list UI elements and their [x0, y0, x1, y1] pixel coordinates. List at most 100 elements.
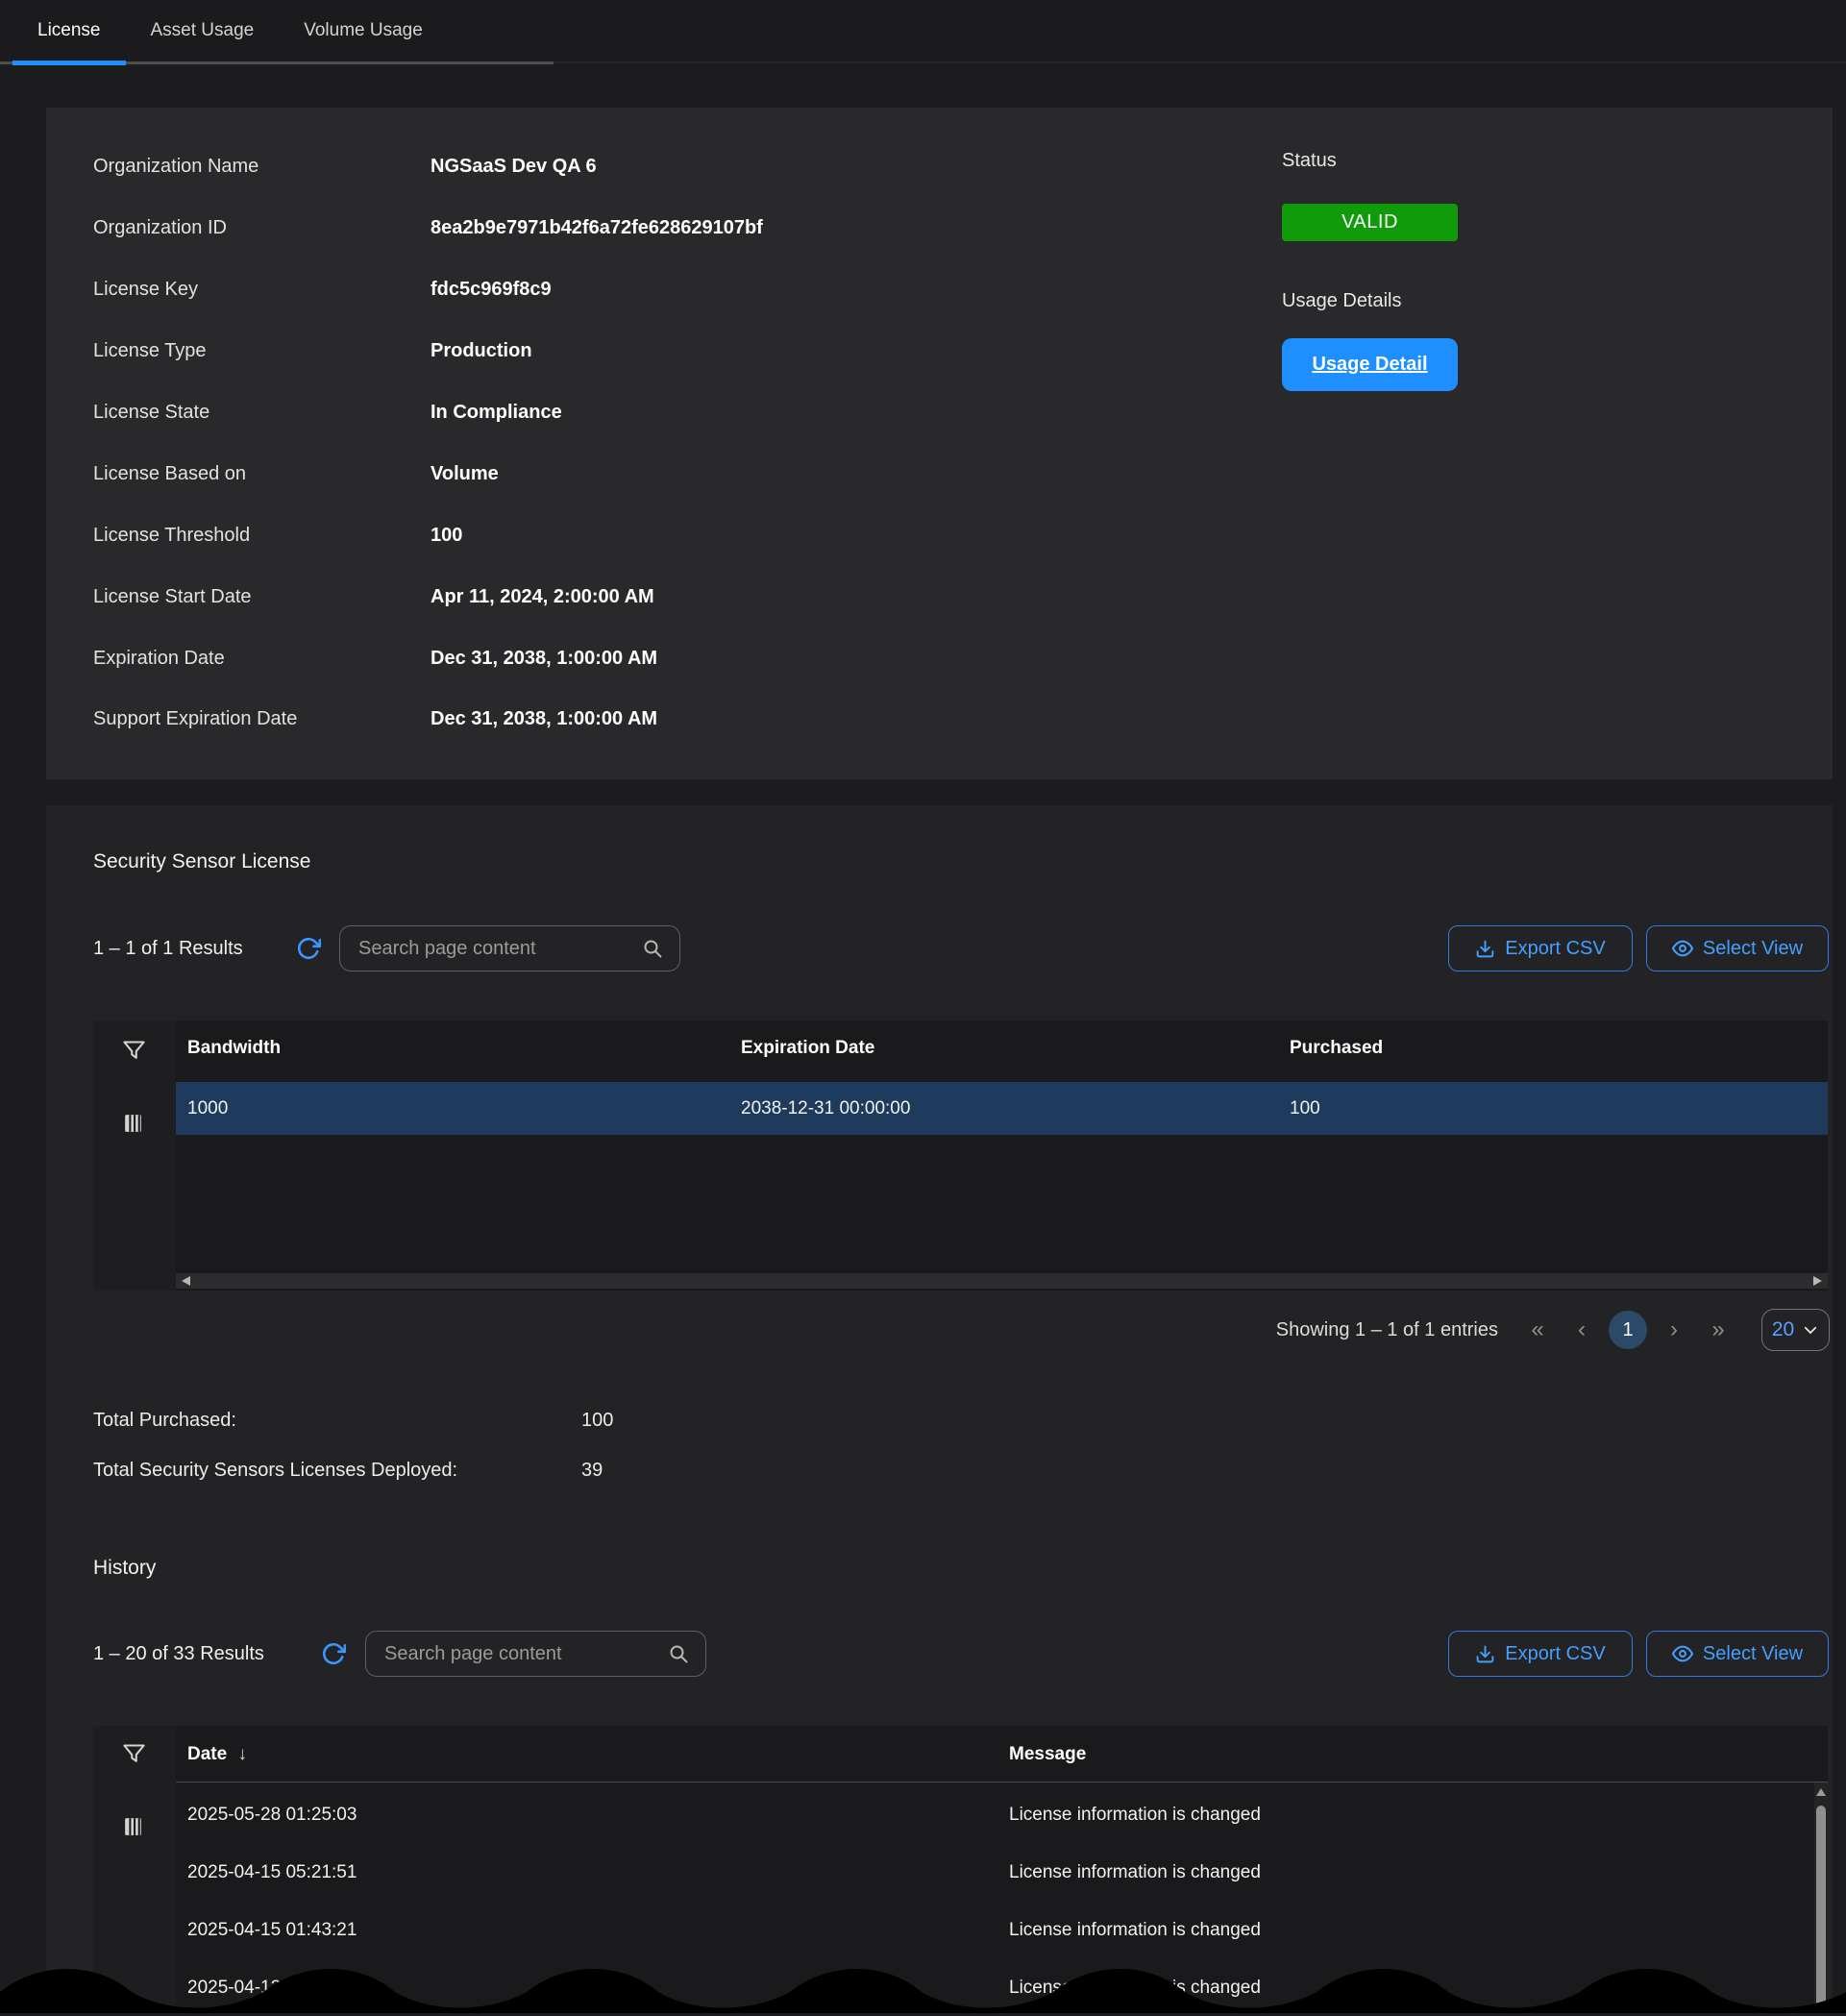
sensor-toolbar: 1 – 1 of 1 Results Export CSV Select Vie… — [93, 925, 1830, 971]
first-page-icon[interactable]: « — [1515, 1316, 1560, 1343]
history-select-view-label: Select View — [1703, 1643, 1803, 1665]
sensor-horizontal-scrollbar[interactable] — [176, 1273, 1828, 1289]
page-size-value: 20 — [1772, 1318, 1794, 1341]
history-col-date[interactable]: Date ↓ — [187, 1744, 247, 1765]
status-label: Status — [1282, 150, 1337, 172]
cell-date: 2025-04-12 02:00:07 — [187, 1978, 357, 1999]
total-deployed-label: Total Security Sensors Licenses Deployed… — [93, 1460, 581, 1482]
field-value: Apr 11, 2024, 2:00:00 AM — [431, 586, 654, 608]
prev-page-icon[interactable]: ‹ — [1560, 1316, 1604, 1343]
sensor-search-input[interactable] — [340, 938, 641, 960]
page-size-select[interactable]: 20 — [1761, 1309, 1830, 1351]
usage-detail-button[interactable]: Usage Detail — [1282, 338, 1458, 391]
field-row: Organization NameNGSaaS Dev QA 6 — [93, 136, 763, 198]
cell-date: 2025-04-15 01:43:21 — [187, 1920, 357, 1941]
total-purchased-label: Total Purchased: — [93, 1410, 581, 1432]
pagination-showing-text: Showing 1 – 1 of 1 entries — [1276, 1319, 1498, 1341]
history-vertical-scrollbar[interactable] — [1814, 1782, 1828, 2013]
tab-asset-usage-label: Asset Usage — [151, 20, 255, 41]
tab-volume-usage[interactable]: Volume Usage — [279, 0, 448, 61]
field-value: 100 — [431, 525, 462, 547]
scroll-left-arrow[interactable] — [182, 1276, 190, 1286]
field-label: Support Expiration Date — [93, 708, 431, 730]
history-select-view-button[interactable]: Select View — [1646, 1631, 1829, 1677]
eye-icon — [1672, 938, 1693, 959]
history-row[interactable]: 2025-04-15 05:21:51 License information … — [93, 1843, 1814, 1901]
cell-purchased: 100 — [1290, 1098, 1320, 1119]
cell-date: 2025-04-15 05:21:51 — [187, 1862, 357, 1883]
history-results-count: 1 – 20 of 33 Results — [93, 1631, 264, 1677]
download-icon — [1475, 939, 1495, 959]
field-row: License Keyfdc5c969f8c9 — [93, 259, 763, 321]
usage-details-label: Usage Details — [1282, 290, 1402, 312]
filter-icon[interactable] — [121, 1741, 147, 1767]
page-number-button[interactable]: 1 — [1609, 1311, 1647, 1349]
history-row[interactable]: 2025-05-28 01:25:03 License information … — [93, 1785, 1814, 1843]
tab-license[interactable]: License — [12, 0, 126, 61]
history-search-input[interactable] — [366, 1643, 667, 1665]
license-usage-panel: Security Sensor License 1 – 1 of 1 Resul… — [46, 805, 1833, 2013]
sensor-export-csv-button[interactable]: Export CSV — [1448, 925, 1633, 971]
status-badge: VALID — [1282, 204, 1458, 241]
sensor-col-bandwidth[interactable]: Bandwidth — [187, 1038, 281, 1059]
field-row: Organization ID8ea2b9e7971b42f6a72fe6286… — [93, 198, 763, 259]
history-table: Date ↓ Message 2025-05-28 01:25:03 Licen… — [93, 1726, 1828, 2013]
field-value: 8ea2b9e7971b42f6a72fe628629107bf — [431, 217, 763, 239]
history-row[interactable]: 2025-04-15 01:43:21 License information … — [93, 1901, 1814, 1958]
sensor-col-purchased[interactable]: Purchased — [1290, 1038, 1383, 1059]
history-row[interactable]: 2025-04-12 02:00:07 License information … — [93, 1958, 1814, 2016]
field-value: fdc5c969f8c9 — [431, 279, 552, 301]
field-value: Production — [431, 340, 532, 362]
cell-message: License information is changed — [1009, 1978, 1261, 1999]
total-deployed-value: 39 — [581, 1460, 603, 1482]
sensor-table-row-selected[interactable]: 1000 2038-12-31 00:00:00 100 — [176, 1082, 1828, 1135]
scroll-right-arrow[interactable] — [1813, 1276, 1822, 1286]
sensor-pagination: Showing 1 – 1 of 1 entries « ‹ 1 › » 20 — [1276, 1307, 1830, 1353]
field-value: NGSaaS Dev QA 6 — [431, 156, 597, 178]
field-row: License Start DateApr 11, 2024, 2:00:00 … — [93, 566, 763, 627]
field-value: Volume — [431, 463, 499, 485]
field-label: Expiration Date — [93, 648, 431, 670]
refresh-icon[interactable] — [296, 936, 321, 961]
scrollbar-thumb[interactable] — [1816, 1806, 1826, 2013]
next-page-icon[interactable]: › — [1652, 1316, 1696, 1343]
scroll-up-arrow[interactable] — [1816, 1788, 1826, 1796]
columns-icon[interactable] — [121, 1111, 145, 1135]
sensor-col-expiration[interactable]: Expiration Date — [741, 1038, 874, 1059]
usage-detail-button-label: Usage Detail — [1312, 354, 1427, 376]
tab-asset-usage[interactable]: Asset Usage — [126, 0, 280, 61]
field-value: In Compliance — [431, 402, 562, 424]
field-value: Dec 31, 2038, 1:00:00 AM — [431, 708, 657, 730]
sensor-select-view-button[interactable]: Select View — [1646, 925, 1829, 971]
history-export-csv-label: Export CSV — [1505, 1643, 1605, 1665]
cell-date: 2025-05-28 01:25:03 — [187, 1805, 357, 1826]
field-row: License Threshold100 — [93, 504, 763, 566]
sort-descending-icon[interactable]: ↓ — [237, 1744, 247, 1764]
tab-list: License Asset Usage Volume Usage — [0, 0, 554, 61]
history-export-csv-button[interactable]: Export CSV — [1448, 1631, 1633, 1677]
sensor-results-count: 1 – 1 of 1 Results — [93, 925, 243, 971]
cell-message: License information is changed — [1009, 1805, 1261, 1826]
sensor-export-csv-label: Export CSV — [1505, 938, 1605, 960]
sensor-section-title: Security Sensor License — [93, 850, 310, 873]
cell-message: License information is changed — [1009, 1920, 1261, 1941]
license-info-panel: Organization NameNGSaaS Dev QA 6 Organiz… — [46, 108, 1833, 779]
last-page-icon[interactable]: » — [1696, 1316, 1740, 1343]
history-toolbar: 1 – 20 of 33 Results Export CSV Select V… — [93, 1631, 1830, 1677]
download-icon — [1475, 1644, 1495, 1664]
tab-license-label: License — [37, 20, 101, 41]
field-row: License Based onVolume — [93, 443, 763, 504]
field-label: License Type — [93, 340, 431, 362]
history-col-message[interactable]: Message — [1009, 1744, 1086, 1765]
filter-icon[interactable] — [121, 1038, 147, 1064]
eye-icon — [1672, 1643, 1693, 1664]
refresh-icon[interactable] — [321, 1641, 346, 1666]
search-icon — [641, 937, 664, 960]
field-label: License Based on — [93, 463, 431, 485]
sensor-table-gutter — [93, 1020, 176, 1291]
cell-bandwidth: 1000 — [187, 1098, 228, 1119]
sensor-select-view-label: Select View — [1703, 938, 1803, 960]
cell-message: License information is changed — [1009, 1862, 1261, 1883]
field-row: Support Expiration DateDec 31, 2038, 1:0… — [93, 689, 763, 750]
sensor-search-box — [339, 925, 680, 971]
